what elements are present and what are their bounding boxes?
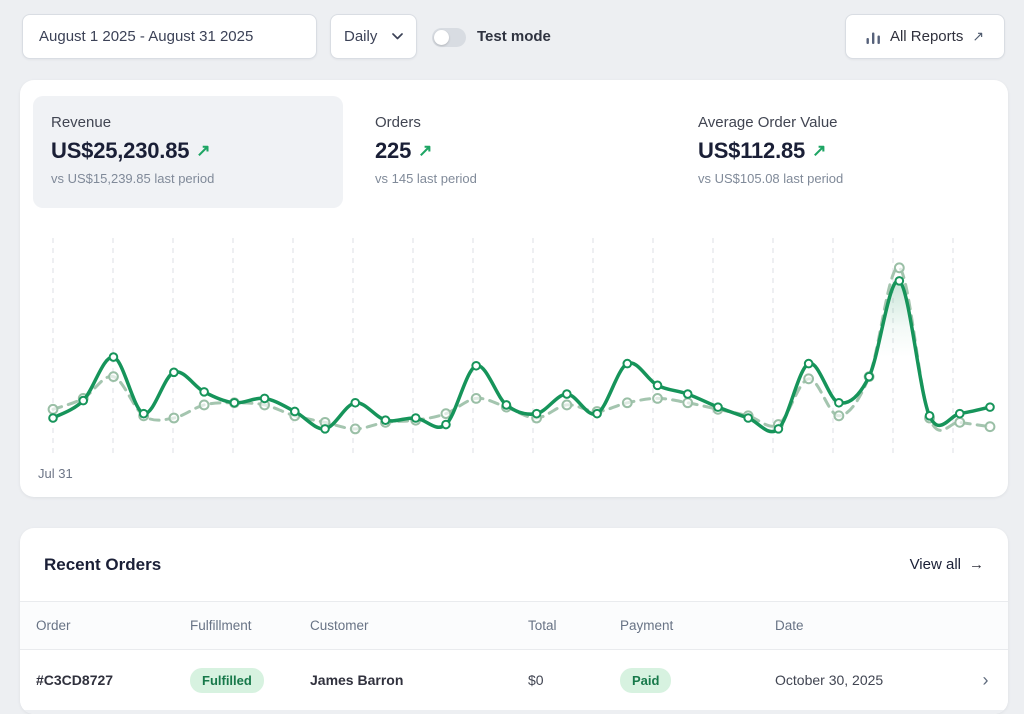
orders-table-header: Order Fulfillment Customer Total Payment… — [20, 601, 1008, 650]
stat-label: Orders — [375, 114, 667, 131]
customer-cell: James Barron — [310, 672, 528, 688]
stat-value: US$25,230.85 — [51, 138, 189, 164]
view-all-link[interactable]: View all → — [910, 556, 984, 573]
date-cell: October 30, 2025 — [775, 672, 963, 688]
stat-label: Revenue — [51, 114, 343, 131]
stat-label: Average Order Value — [698, 114, 990, 131]
all-reports-label: All Reports — [890, 28, 963, 45]
analytics-card: Revenue US$25,230.85 ↗ vs US$15,239.85 la… — [20, 80, 1008, 497]
test-mode-toggle[interactable] — [432, 28, 466, 47]
recent-orders-title: Recent Orders — [44, 555, 161, 575]
granularity-dropdown[interactable]: Daily — [330, 14, 417, 59]
trend-up-icon: ↗ — [196, 141, 210, 161]
date-range-label: August 1 2025 - August 31 2025 — [39, 28, 253, 45]
total-cell: $0 — [528, 672, 620, 688]
trend-up-icon: ↗ — [812, 141, 826, 161]
chevron-right-icon: › — [963, 670, 1008, 691]
stat-comparison: vs 145 last period — [375, 171, 667, 186]
toggle-knob — [434, 30, 449, 45]
recent-orders-card: Recent Orders View all → Order Fulfillme… — [20, 528, 1008, 714]
view-all-label: View all — [910, 556, 961, 573]
stat-tab-orders[interactable]: Orders 225 ↗ vs 145 last period — [357, 96, 667, 208]
stat-value: 225 — [375, 138, 411, 164]
stat-comparison: vs US$105.08 last period — [698, 171, 990, 186]
column-header-customer: Customer — [310, 618, 528, 633]
right-arrow-icon: → — [969, 556, 984, 573]
granularity-label: Daily — [344, 28, 377, 45]
stat-tab-revenue[interactable]: Revenue US$25,230.85 ↗ vs US$15,239.85 la… — [33, 96, 343, 208]
row-separator — [20, 710, 1008, 714]
column-header-fulfillment: Fulfillment — [190, 618, 310, 633]
recent-orders-header: Recent Orders View all → — [20, 528, 1008, 601]
bar-chart-icon — [866, 29, 881, 45]
column-header-payment: Payment — [620, 618, 775, 633]
stat-tab-average-order-value[interactable]: Average Order Value US$112.85 ↗ vs US$105… — [680, 96, 990, 208]
order-table-row[interactable]: #C3CD8727 Fulfilled James Barron $0 Paid… — [20, 650, 1008, 710]
external-arrow-icon: ↗ — [972, 28, 984, 45]
date-range-picker[interactable]: August 1 2025 - August 31 2025 — [22, 14, 317, 59]
order-id-cell: #C3CD8727 — [36, 672, 190, 688]
column-header-date: Date — [775, 618, 963, 633]
column-header-total: Total — [528, 618, 620, 633]
column-header-order: Order — [36, 618, 190, 633]
all-reports-button[interactable]: All Reports ↗ — [845, 14, 1005, 59]
trend-up-icon: ↗ — [418, 141, 432, 161]
revenue-line-chart — [20, 230, 1008, 497]
payment-status-badge: Paid — [620, 668, 671, 693]
stat-value: US$112.85 — [698, 138, 805, 164]
stat-comparison: vs US$15,239.85 last period — [51, 171, 343, 186]
chevron-down-icon — [392, 33, 403, 40]
test-mode-label: Test mode — [477, 28, 551, 45]
chart-x-axis-start-label: Jul 31 — [38, 466, 73, 481]
fulfillment-status-badge: Fulfilled — [190, 668, 264, 693]
